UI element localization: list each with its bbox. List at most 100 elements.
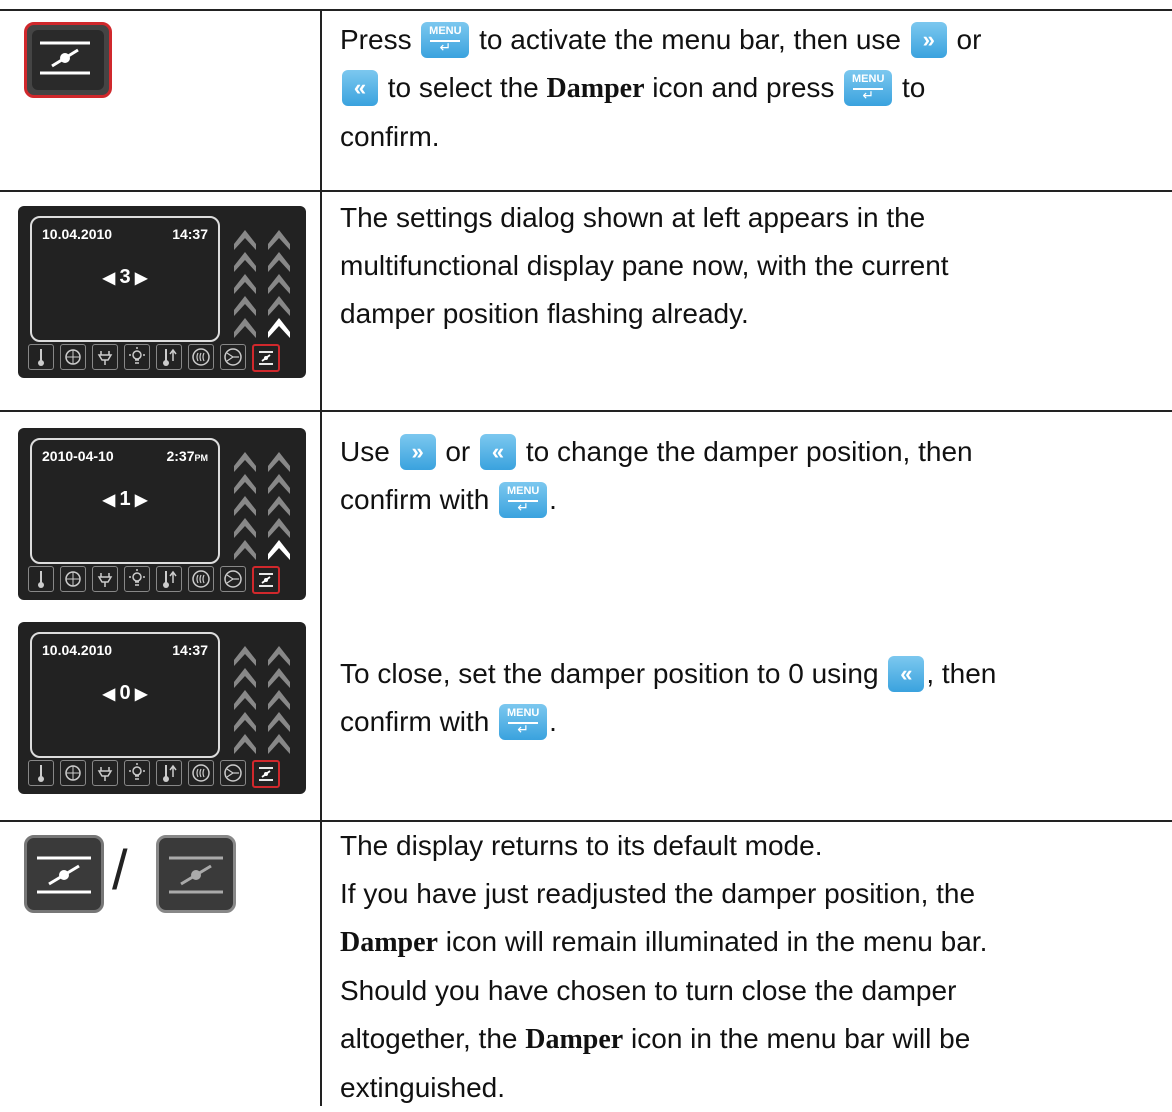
right-button-icon: »	[910, 22, 947, 58]
left-button-icon: «	[342, 70, 378, 106]
fan-icon	[60, 344, 86, 370]
menu-icon-bar	[28, 344, 298, 372]
level-chevron	[268, 252, 290, 272]
text-segment: To close, set the damper position to 0 u…	[340, 658, 887, 689]
text-segment: or	[948, 24, 982, 55]
text-line: extinguished.	[340, 1064, 1160, 1112]
damper-value: ◀ 0 ▶	[32, 682, 218, 705]
text-line: To close, set the damper position to 0 u…	[340, 650, 1160, 698]
text-segment: to select the	[380, 72, 547, 103]
display-screen: 2010-04-10 2:37PM ◀ 1 ▶	[30, 438, 220, 564]
damper-icon	[252, 760, 280, 788]
text-segment: Press	[340, 24, 420, 55]
row-3-text: Use » or « to change the damper position…	[340, 428, 1160, 524]
damper-value-number: 1	[119, 488, 131, 510]
text-segment: confirm.	[340, 121, 440, 152]
left-button-icon: «	[888, 656, 925, 692]
thermometer-icon	[28, 566, 54, 592]
level-chevron	[268, 668, 290, 688]
level-chevron	[234, 252, 256, 272]
text-segment: Use	[340, 436, 398, 467]
damper-icon-active	[24, 22, 112, 98]
damper-icon-illuminated	[24, 835, 104, 913]
enter-arrow-icon: ↵	[517, 499, 530, 515]
row-5-text: The display returns to its default mode.…	[340, 822, 1160, 1112]
double-chevron-right-icon: »	[411, 439, 424, 464]
level-chevron	[234, 540, 256, 560]
menu-button-icon: MENU ↵	[421, 22, 470, 58]
double-chevron-left-icon: «	[491, 439, 505, 464]
increase-arrow-icon: ▶	[130, 492, 148, 509]
text-segment: Should you have chosen to turn close the…	[340, 975, 957, 1006]
level-chevron	[234, 296, 256, 316]
text-segment: damper position flashing already.	[340, 298, 749, 329]
text-segment: .	[549, 706, 557, 737]
display-time: 14:37	[172, 642, 208, 658]
level-indicator	[234, 230, 290, 338]
heat-icon	[188, 566, 214, 592]
menu-button-icon: MENU ↵	[844, 70, 893, 106]
menu-label: MENU	[852, 73, 885, 85]
clock-icon	[220, 760, 246, 786]
menu-button-icon: MENU ↵	[499, 704, 548, 740]
clock-icon	[220, 566, 246, 592]
plug-icon	[92, 760, 118, 786]
damper-value-number: 0	[119, 682, 131, 704]
decrease-arrow-icon: ◀	[102, 686, 120, 703]
row-divider	[0, 410, 1172, 412]
bulb-icon	[124, 760, 150, 786]
text-line: multifunctional display pane now, with t…	[340, 242, 1160, 290]
level-chevron	[268, 474, 290, 494]
bulb-icon	[124, 344, 150, 370]
text-line: The settings dialog shown at left appear…	[340, 194, 1160, 242]
display-panel: 2010-04-10 2:37PM ◀ 1 ▶	[18, 428, 306, 600]
menu-icon-bar	[28, 760, 298, 788]
text-segment: .	[549, 484, 557, 515]
text-segment: , then	[926, 658, 997, 689]
text-segment: or	[437, 436, 479, 467]
level-chevron	[268, 646, 290, 666]
level-chevron	[234, 712, 256, 732]
text-segment: to activate the menu bar, then use	[471, 24, 909, 55]
level-chevron	[268, 734, 290, 754]
level-chevron	[268, 230, 290, 250]
level-chevron	[268, 712, 290, 732]
double-chevron-left-icon: «	[900, 661, 913, 686]
text-line: The display returns to its default mode.	[340, 822, 1160, 870]
text-segment: icon in the menu bar will be	[623, 1023, 971, 1054]
level-chevron	[268, 318, 290, 338]
level-indicator	[234, 452, 290, 560]
display-date: 10.04.2010	[42, 642, 113, 658]
temp-up-icon	[156, 344, 182, 370]
damper-word: Damper	[525, 1024, 624, 1055]
text-segment: The display returns to its default mode.	[340, 830, 823, 861]
thermometer-icon	[28, 760, 54, 786]
level-chevron	[234, 230, 256, 250]
text-line: « to select the Damper icon and press ME…	[340, 64, 1160, 113]
level-chevron	[234, 646, 256, 666]
level-chevron	[268, 690, 290, 710]
enter-arrow-icon: ↵	[517, 721, 530, 737]
double-chevron-right-icon: »	[922, 27, 935, 52]
damper-value: ◀ 3 ▶	[32, 266, 218, 289]
text-segment: confirm with	[340, 484, 498, 515]
row-divider	[0, 190, 1172, 192]
text-line: Damper icon will remain illuminated in t…	[340, 918, 1160, 967]
level-chevron	[234, 690, 256, 710]
damper-word: Damper	[340, 927, 438, 958]
text-line: If you have just readjusted the damper p…	[340, 870, 1160, 918]
level-chevron	[234, 474, 256, 494]
heat-icon	[188, 344, 214, 370]
text-segment: confirm with	[340, 706, 498, 737]
display-time: 2:37PM	[166, 448, 208, 464]
decrease-arrow-icon: ◀	[102, 270, 120, 287]
slash-separator: /	[112, 838, 128, 901]
display-time-suffix: PM	[194, 453, 209, 463]
plug-icon	[92, 566, 118, 592]
text-segment: extinguished.	[340, 1072, 506, 1103]
bulb-icon	[124, 566, 150, 592]
menu-label: MENU	[506, 707, 540, 719]
increase-arrow-icon: ▶	[130, 686, 148, 703]
text-line: confirm with MENU ↵.	[340, 698, 1160, 746]
level-chevron	[268, 274, 290, 294]
